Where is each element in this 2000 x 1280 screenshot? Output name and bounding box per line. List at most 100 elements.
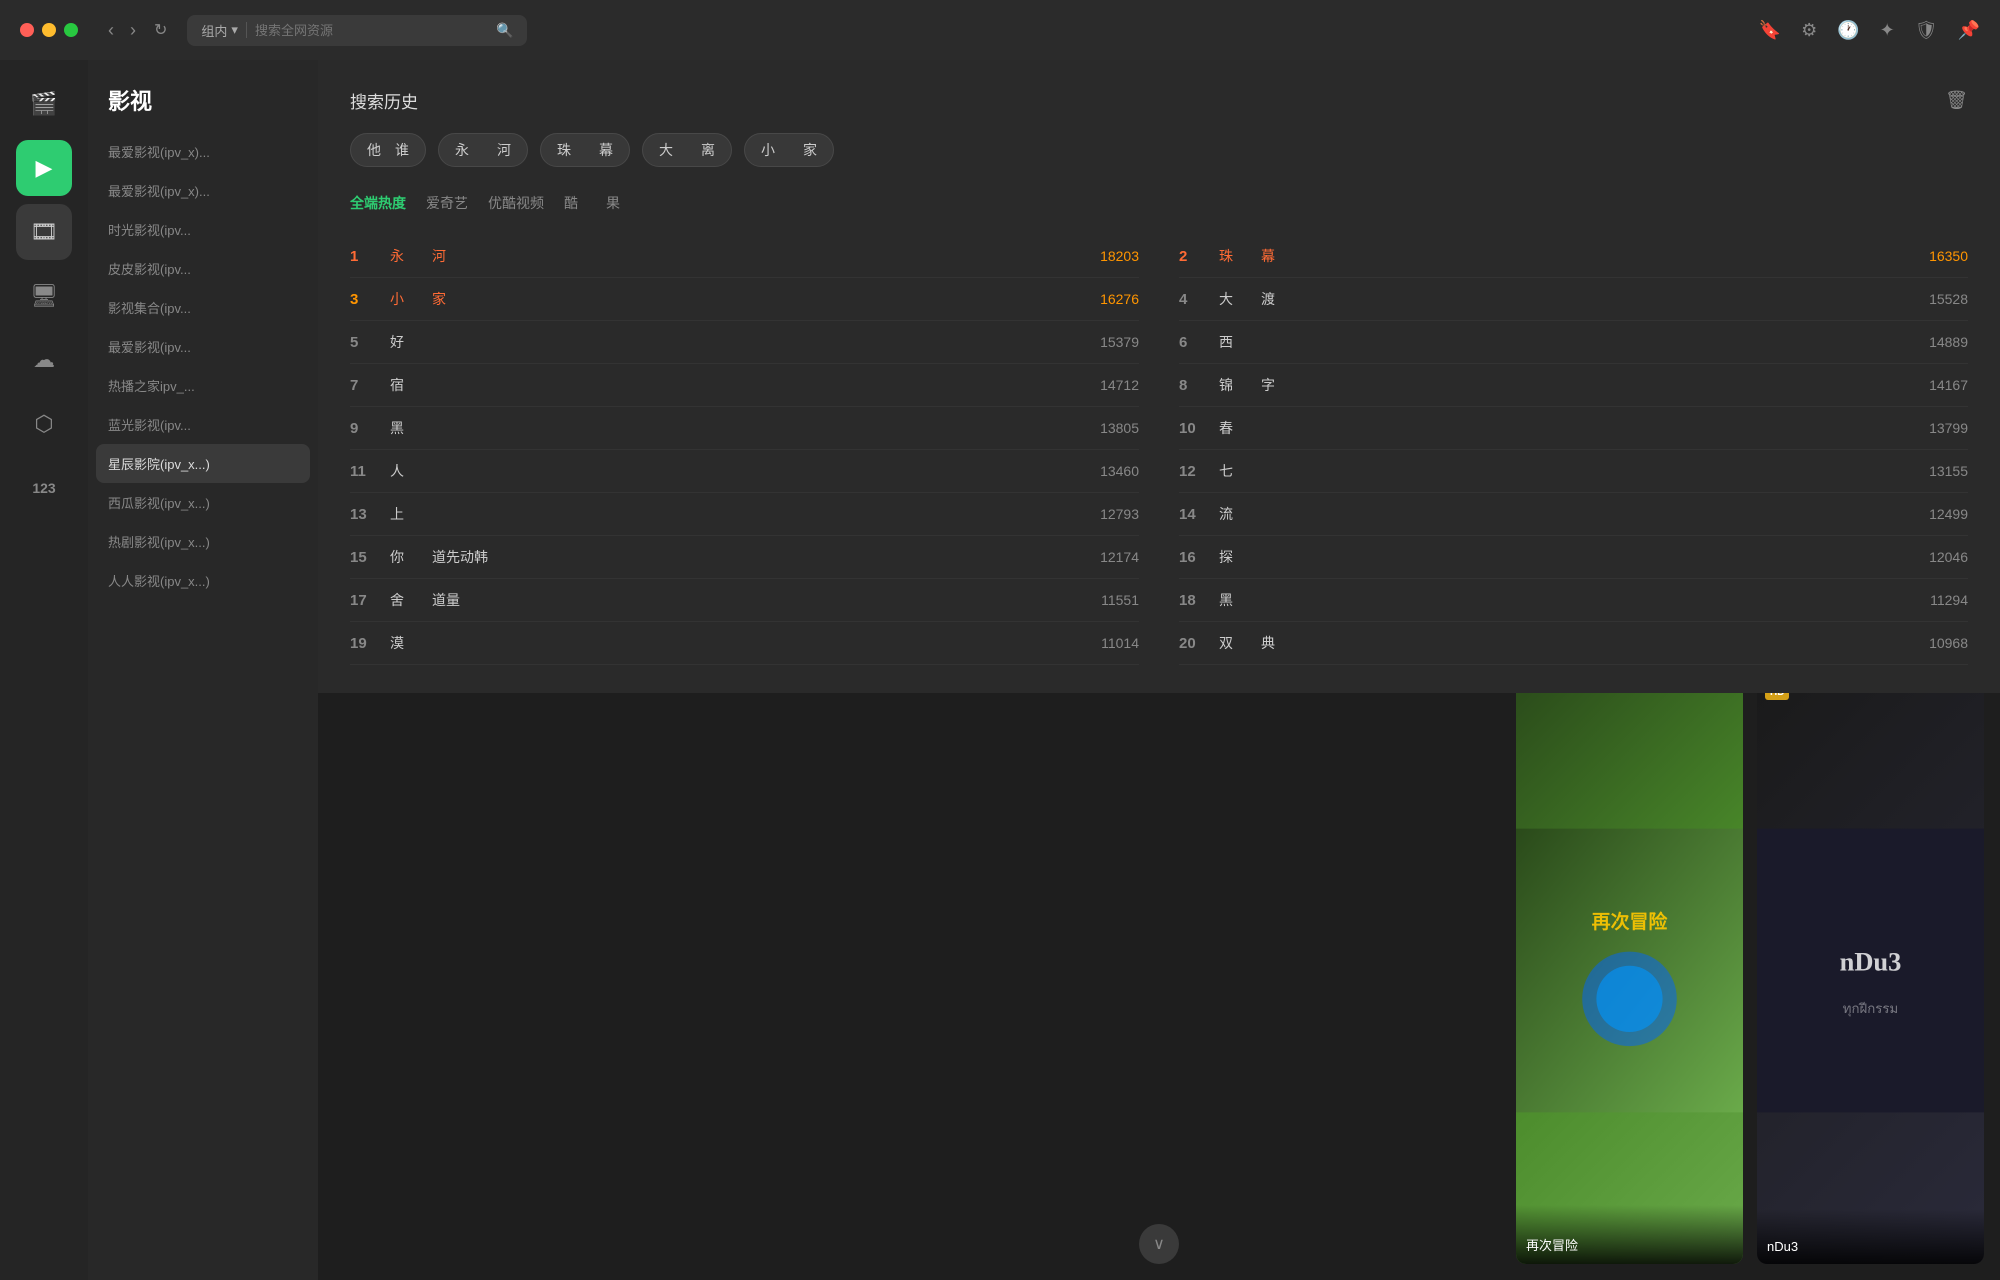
shield-icon[interactable]: 🛡 [1915, 20, 1938, 41]
sidebar-icon-cloud[interactable]: ☁ [16, 332, 72, 388]
hot-item-5[interactable]: 5 好 15379 [350, 321, 1139, 364]
hot-title-5: 好 [390, 332, 1063, 352]
hot-rank-5: 5 [350, 334, 374, 351]
sidebar-item-8[interactable]: 星辰影院(ipv_x...) [96, 444, 310, 483]
history-tag-1[interactable]: 永 河 [438, 133, 528, 167]
sidebar-item-0[interactable]: 最爱影视(ipv_x)... [88, 132, 318, 171]
hot-rank-12: 12 [1179, 463, 1203, 480]
hot-rank-1: 1 [350, 248, 374, 265]
hot-item-16[interactable]: 16 探 12046 [1179, 536, 1968, 579]
sidebar-icon-cube[interactable]: ⬡ [16, 396, 72, 452]
sidebar-item-6[interactable]: 热播之家ipv_... [88, 366, 318, 405]
hot-item-1[interactable]: 1 永 河 18203 [350, 235, 1139, 278]
hot-rank-2: 2 [1179, 248, 1203, 265]
toolbar-right: 🔖 ⚙ 🕐 ✦ 🛡 📌 [1759, 20, 1980, 41]
history-tag-3[interactable]: 大 离 [642, 133, 732, 167]
hot-score-7: 14712 [1079, 377, 1139, 393]
hot-item-17[interactable]: 17 舍 道量 11551 [350, 579, 1139, 622]
hot-score-10: 13799 [1908, 420, 1968, 436]
history-tag-0[interactable]: 他 谁 [350, 133, 426, 167]
hot-score-8: 14167 [1908, 377, 1968, 393]
hot-title-14: 流 [1219, 504, 1892, 524]
hot-title-2: 珠 幕 [1219, 246, 1892, 266]
tab-kugou[interactable]: 酷 果 [564, 191, 620, 215]
hot-item-14[interactable]: 14 流 12499 [1179, 493, 1968, 536]
sidebar-icon-numbers[interactable]: 123 [16, 460, 72, 516]
chevron-down-icon: ▾ [231, 22, 238, 38]
tab-all-heat[interactable]: 全端热度 [350, 191, 406, 215]
hot-item-10[interactable]: 10 春 13799 [1179, 407, 1968, 450]
hot-title-7: 宿 [390, 375, 1063, 395]
hot-item-15[interactable]: 15 你 道先动韩 12174 [350, 536, 1139, 579]
history-icon[interactable]: 🕐 [1837, 20, 1859, 41]
sidebar-item-1[interactable]: 最爱影视(ipv_x)... [88, 171, 318, 210]
history-tags: 他 谁 永 河 珠 幕 大 离 小 家 [350, 133, 1968, 167]
hot-title-19: 漠 [390, 633, 1063, 653]
sidebar-item-10[interactable]: 热剧影视(ipv_x...) [88, 522, 318, 561]
hot-title-10: 春 [1219, 418, 1892, 438]
svg-text:nDu3: nDu3 [1840, 947, 1902, 977]
svg-text:ทุกฝีกรรม: ทุกฝีกรรม [1843, 1001, 1898, 1017]
hot-item-19[interactable]: 19 漠 11014 [350, 622, 1139, 665]
settings-icon[interactable]: ⚙ [1801, 20, 1817, 41]
tab-youku[interactable]: 优酷视频 [488, 191, 544, 215]
svg-text:再次冒险: 再次冒险 [1592, 910, 1669, 933]
pin-icon[interactable]: 📌 [1958, 20, 1980, 41]
hot-item-11[interactable]: 11 人 13460 [350, 450, 1139, 493]
hot-item-20[interactable]: 20 双 典 10968 [1179, 622, 1968, 665]
hot-item-8[interactable]: 8 锦 字 14167 [1179, 364, 1968, 407]
hot-rank-20: 20 [1179, 635, 1203, 652]
hot-title-17: 舍 道量 [390, 590, 1063, 610]
platform-tabs: 全端热度 爱奇艺 优酷视频 酷 果 [350, 191, 1968, 215]
bookmark-icon[interactable]: 🔖 [1759, 20, 1781, 41]
history-tag-4[interactable]: 小 家 [744, 133, 834, 167]
hot-item-3[interactable]: 3 小 家 16276 [350, 278, 1139, 321]
sidebar-icon-screen[interactable]: 🖥 [16, 268, 72, 324]
search-icon[interactable]: 🔍 [496, 22, 513, 39]
hot-item-2[interactable]: 2 珠 幕 16350 [1179, 235, 1968, 278]
hot-title-8: 锦 字 [1219, 375, 1892, 395]
hot-title-15: 你 道先动韩 [390, 547, 1063, 567]
hot-rank-7: 7 [350, 377, 374, 394]
close-button[interactable] [20, 23, 34, 37]
forward-button[interactable]: › [124, 16, 142, 45]
sidebar-icon-play[interactable]: ▶ [16, 140, 72, 196]
sidebar-item-5[interactable]: 最爱影视(ipv... [88, 327, 318, 366]
sidebar-item-4[interactable]: 影视集合(ipv... [88, 288, 318, 327]
hot-item-4[interactable]: 4 大 渡 15528 [1179, 278, 1968, 321]
maximize-button[interactable] [64, 23, 78, 37]
movie-card-adventure[interactable]: 再次冒险 再次冒险 [1516, 677, 1743, 1264]
hot-item-9[interactable]: 9 黑 13805 [350, 407, 1139, 450]
search-history-title: 搜索历史 [350, 88, 418, 113]
sidebar-item-7[interactable]: 蓝光影视(ipv... [88, 405, 318, 444]
hot-item-6[interactable]: 6 西 14889 [1179, 321, 1968, 364]
hot-score-2: 16350 [1908, 248, 1968, 264]
hot-rank-9: 9 [350, 420, 374, 437]
sidebar-icon-film[interactable]: 🎞 [16, 204, 72, 260]
reload-button[interactable]: ↻ [146, 16, 175, 45]
tab-iqiyi[interactable]: 爱奇艺 [426, 191, 468, 215]
hot-score-14: 12499 [1908, 506, 1968, 522]
minimize-button[interactable] [42, 23, 56, 37]
hot-item-12[interactable]: 12 七 13155 [1179, 450, 1968, 493]
sidebar-item-2[interactable]: 时光影视(ipv... [88, 210, 318, 249]
hot-item-18[interactable]: 18 黑 11294 [1179, 579, 1968, 622]
sidebar-item-3[interactable]: 皮皮影视(ipv... [88, 249, 318, 288]
delete-history-button[interactable]: 🗑 [1945, 90, 1968, 111]
hot-item-7[interactable]: 7 宿 14712 [350, 364, 1139, 407]
movie-card-ndu3[interactable]: nDu3 ทุกฝีกรรม HD nDu3 [1757, 677, 1984, 1264]
search-bar[interactable]: 组内 ▾ 🔍 [187, 15, 527, 46]
bottom-arrow-button[interactable]: ∨ [1139, 1224, 1179, 1264]
sidebar-item-11[interactable]: 人人影视(ipv_x...) [88, 561, 318, 600]
sidebar-icon-movies[interactable]: 🎬 [16, 76, 72, 132]
titlebar: ‹ › ↻ 组内 ▾ 🔍 🔖 ⚙ 🕐 ✦ 🛡 📌 [0, 0, 2000, 60]
hot-item-13[interactable]: 13 上 12793 [350, 493, 1139, 536]
search-scope[interactable]: 组内 ▾ [201, 21, 238, 40]
search-input[interactable] [255, 23, 488, 38]
sidebar-item-9[interactable]: 西瓜影视(ipv_x...) [88, 483, 318, 522]
hot-title-1: 永 河 [390, 246, 1063, 266]
back-button[interactable]: ‹ [102, 16, 120, 45]
history-tag-2[interactable]: 珠 幕 [540, 133, 630, 167]
hot-score-9: 13805 [1079, 420, 1139, 436]
star-icon[interactable]: ✦ [1880, 20, 1895, 41]
